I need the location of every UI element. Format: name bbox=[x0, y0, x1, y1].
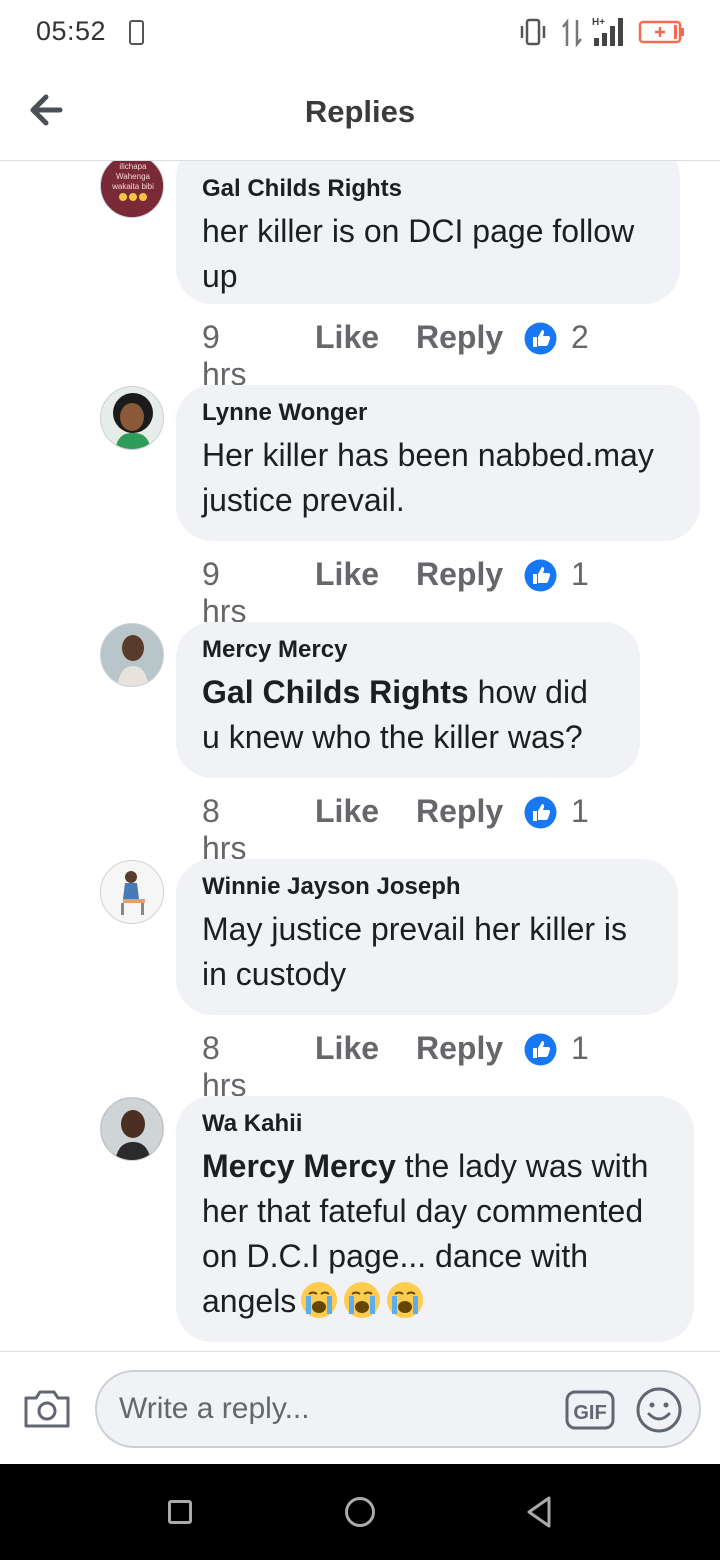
page-title: Replies bbox=[304, 94, 416, 129]
network-type: H+ bbox=[592, 17, 605, 28]
system-nav-bar bbox=[0, 1464, 720, 1560]
avatar-text-2: Wahenga bbox=[116, 172, 151, 181]
comment-text: May justice prevail her killer is in cus… bbox=[202, 907, 652, 997]
avatar-image bbox=[101, 1098, 163, 1160]
reply-button[interactable]: Reply bbox=[416, 1030, 503, 1067]
loudly-crying-face-icon bbox=[344, 1282, 381, 1318]
reply-button[interactable]: Reply bbox=[416, 319, 503, 356]
loudly-crying-face-icon bbox=[387, 1282, 424, 1318]
camera-icon[interactable] bbox=[22, 1386, 72, 1430]
comment-bubble[interactable]: Mercy Mercy Gal Childs Rights how did u … bbox=[176, 622, 640, 778]
avatar-image: ilichapa Wahenga wakaita bibi bbox=[101, 161, 163, 217]
comment-text: Mercy Mercy the lady was with her that f… bbox=[202, 1144, 668, 1324]
comment-author[interactable]: Lynne Wonger bbox=[202, 399, 674, 427]
reaction-count[interactable]: 1 bbox=[571, 1030, 589, 1067]
battery-icon bbox=[638, 20, 684, 44]
like-reaction-icon[interactable] bbox=[524, 559, 557, 592]
signal-icon: H+ bbox=[592, 17, 623, 46]
comment-bubble[interactable]: Wa Kahii Mercy Mercy the lady was with h… bbox=[176, 1096, 694, 1342]
smiley-icon[interactable] bbox=[635, 1386, 683, 1434]
avatar-image bbox=[101, 387, 163, 449]
recents-button[interactable] bbox=[168, 1500, 192, 1524]
avatar[interactable] bbox=[100, 1097, 164, 1161]
gif-icon[interactable]: GIF bbox=[565, 1388, 615, 1432]
avatar-text-3: wakaita bibi bbox=[111, 182, 154, 191]
comment-author[interactable]: Mercy Mercy bbox=[202, 636, 614, 664]
reply-button[interactable]: Reply bbox=[416, 793, 503, 830]
comment-author[interactable]: Wa Kahii bbox=[202, 1110, 668, 1138]
avatar[interactable] bbox=[100, 860, 164, 924]
phone-icon bbox=[129, 20, 144, 45]
comment-bubble[interactable]: Gal Childs Rights her killer is on DCI p… bbox=[176, 161, 680, 304]
reaction-count[interactable]: 1 bbox=[571, 793, 589, 830]
status-time: 05:52 bbox=[36, 16, 107, 46]
reaction-count[interactable]: 2 bbox=[571, 319, 589, 356]
like-button[interactable]: Like bbox=[315, 319, 379, 356]
like-reaction-icon[interactable] bbox=[524, 1033, 557, 1066]
comment-body: May justice prevail her killer is in cus… bbox=[202, 911, 628, 992]
gif-label: GIF bbox=[573, 1402, 606, 1424]
comment-text: Gal Childs Rights how did u knew who the… bbox=[202, 670, 614, 760]
reply-button[interactable]: Reply bbox=[416, 556, 503, 593]
comment-bubble[interactable]: Winnie Jayson Joseph May justice prevail… bbox=[176, 859, 678, 1015]
reaction-count[interactable]: 1 bbox=[571, 556, 589, 593]
back-triangle-icon[interactable] bbox=[524, 1494, 554, 1530]
comment-author[interactable]: Gal Childs Rights bbox=[202, 175, 654, 203]
avatar-text-1: ilichapa bbox=[119, 162, 147, 171]
mention-link[interactable]: Mercy Mercy bbox=[202, 1148, 396, 1184]
comment-body: her killer is on DCI page follow up bbox=[202, 213, 635, 294]
reply-bar: Write a reply... GIF bbox=[0, 1351, 720, 1464]
status-bar: 05:52 H+ bbox=[0, 0, 720, 66]
like-reaction-icon[interactable] bbox=[524, 796, 557, 829]
mention-link[interactable]: Gal Childs Rights bbox=[202, 674, 469, 710]
comment-bubble[interactable]: Lynne Wonger Her killer has been nabbed.… bbox=[176, 385, 700, 541]
comment-time[interactable]: 9 hrs bbox=[202, 556, 246, 630]
avatar[interactable] bbox=[100, 623, 164, 687]
avatar-image bbox=[101, 624, 163, 686]
like-button[interactable]: Like bbox=[315, 1030, 379, 1067]
comment-time[interactable]: 9 hrs bbox=[202, 319, 246, 393]
comment-time[interactable]: 8 hrs bbox=[202, 793, 246, 867]
avatar[interactable] bbox=[100, 386, 164, 450]
vibrate-icon bbox=[520, 18, 546, 46]
comment-text: her killer is on DCI page follow up bbox=[202, 209, 654, 299]
reply-input[interactable]: Write a reply... GIF bbox=[95, 1370, 701, 1448]
comment-body: Her killer has been nabbed.may justice p… bbox=[202, 437, 654, 518]
header: Replies bbox=[0, 66, 720, 161]
avatar[interactable]: ilichapa Wahenga wakaita bibi bbox=[100, 161, 164, 218]
home-button[interactable] bbox=[345, 1497, 375, 1527]
like-button[interactable]: Like bbox=[315, 793, 379, 830]
like-reaction-icon[interactable] bbox=[524, 322, 557, 355]
comment-author[interactable]: Winnie Jayson Joseph bbox=[202, 873, 652, 901]
data-arrows-icon bbox=[562, 18, 582, 48]
comment-list: ilichapa Wahenga wakaita bibi Gal Childs… bbox=[0, 161, 720, 1351]
loudly-crying-face-icon bbox=[301, 1282, 338, 1318]
like-button[interactable]: Like bbox=[315, 556, 379, 593]
comment-time[interactable]: 8 hrs bbox=[202, 1030, 246, 1104]
avatar-image bbox=[101, 861, 163, 923]
reply-placeholder: Write a reply... bbox=[119, 1392, 310, 1425]
comment-text: Her killer has been nabbed.may justice p… bbox=[202, 433, 674, 523]
